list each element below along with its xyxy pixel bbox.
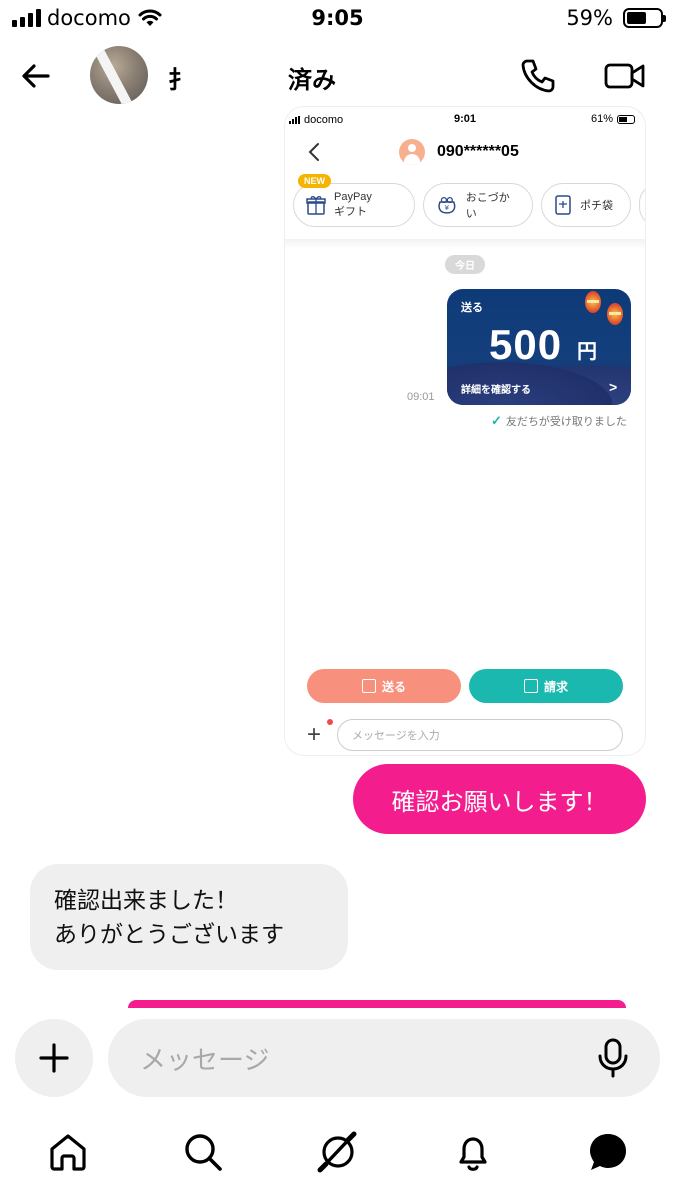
header-divider	[285, 239, 645, 249]
notifications-bell-icon[interactable]	[451, 1130, 495, 1174]
shared-screenshot-image[interactable]: docomo 9:01 61% 090******05 NEW PayPay ギ…	[284, 106, 646, 756]
contact-avatar-icon	[399, 139, 425, 165]
status-bar-right: 59%	[566, 6, 666, 30]
chip-gift-label-2: ギフト	[334, 206, 367, 218]
explore-icon[interactable]	[316, 1130, 360, 1174]
embedded-battery-icon	[617, 114, 635, 124]
home-icon[interactable]	[46, 1130, 90, 1174]
incoming-message-bubble[interactable]: 確認出来ました！ ありがとうございます	[30, 864, 348, 970]
payment-card-label: 送る	[461, 302, 483, 314]
message-input[interactable]: メッセージ	[108, 1019, 660, 1097]
embedded-back-chevron-icon	[308, 143, 319, 161]
back-arrow-icon[interactable]	[16, 56, 56, 96]
battery-percent: 59%	[566, 6, 613, 30]
payment-amount: 500	[489, 321, 563, 368]
chip-pochi-label: ポチ袋	[580, 200, 613, 212]
outgoing-message-bubble[interactable]: 確認お願いします！	[353, 764, 646, 834]
date-separator: 今日	[445, 255, 485, 274]
coin-purse-icon: ¥	[438, 196, 456, 214]
incoming-message-line-2: ありがとうございます	[54, 922, 284, 948]
messages-icon[interactable]	[586, 1130, 630, 1174]
embedded-message-input: メッセージを入力	[337, 719, 623, 751]
payment-currency-unit: 円	[577, 341, 597, 363]
search-icon[interactable]	[181, 1130, 225, 1174]
embedded-status-bar: docomo 9:01 61%	[285, 113, 645, 131]
embedded-send-button: 送る	[307, 669, 461, 703]
chip-more	[639, 183, 645, 227]
request-money-icon	[523, 679, 538, 693]
embedded-request-button: 請求	[469, 669, 623, 703]
incoming-message-line-1: 確認出来ました！	[54, 888, 238, 914]
lantern-decoration-icon	[585, 291, 601, 313]
partial-outgoing-bubble	[128, 1000, 626, 1008]
chip-allowance-label: おこづかい	[465, 192, 510, 220]
lantern-decoration-icon	[607, 303, 623, 325]
phone-call-icon[interactable]	[518, 56, 558, 96]
microphone-icon[interactable]	[594, 1037, 632, 1079]
payment-detail-link: 詳細を確認する	[461, 385, 531, 396]
video-call-icon[interactable]	[603, 56, 647, 96]
payment-card: 送る 500 円 詳細を確認する >	[447, 289, 631, 405]
new-badge: NEW	[298, 174, 331, 188]
chat-header: 扌 済み	[0, 42, 675, 112]
embedded-send-label: 送る	[381, 679, 406, 694]
received-status-text: 友だちが受け取りました	[505, 416, 627, 428]
embedded-contact: 090******05	[399, 139, 519, 165]
send-money-icon	[361, 679, 376, 693]
embedded-request-label: 請求	[543, 679, 568, 694]
chevron-right-icon: >	[609, 379, 618, 395]
plus-icon	[39, 1043, 69, 1073]
svg-text:¥: ¥	[445, 204, 450, 212]
embedded-battery-percent: 61%	[590, 113, 613, 125]
message-timestamp: 09:01	[407, 391, 435, 403]
gift-icon	[306, 196, 326, 215]
add-attachment-button[interactable]	[15, 1019, 93, 1097]
checkmark-icon: ✓	[491, 413, 502, 428]
chip-paypay-gift: NEW PayPay ギフト	[293, 174, 415, 227]
chat-title-visible: 済み	[288, 66, 336, 94]
embedded-action-chips: NEW PayPay ギフト ¥ おこづかい ポチ袋	[293, 174, 645, 227]
status-bar: docomo 9:05 59%	[0, 0, 675, 40]
chip-gift-label-1: PayPay	[334, 191, 372, 203]
chip-allowance: ¥ おこづかい	[423, 183, 533, 227]
contact-number: 090******05	[437, 143, 519, 160]
embedded-plus-icon: +	[307, 721, 322, 748]
battery-icon	[623, 8, 666, 28]
received-status: ✓ 友だちが受け取りました	[491, 413, 627, 429]
avatar[interactable]	[90, 46, 148, 104]
bottom-tab-bar	[0, 1130, 675, 1190]
notification-dot	[327, 719, 333, 725]
chip-pochi-bag: ポチ袋	[541, 183, 631, 227]
envelope-icon	[555, 195, 571, 215]
